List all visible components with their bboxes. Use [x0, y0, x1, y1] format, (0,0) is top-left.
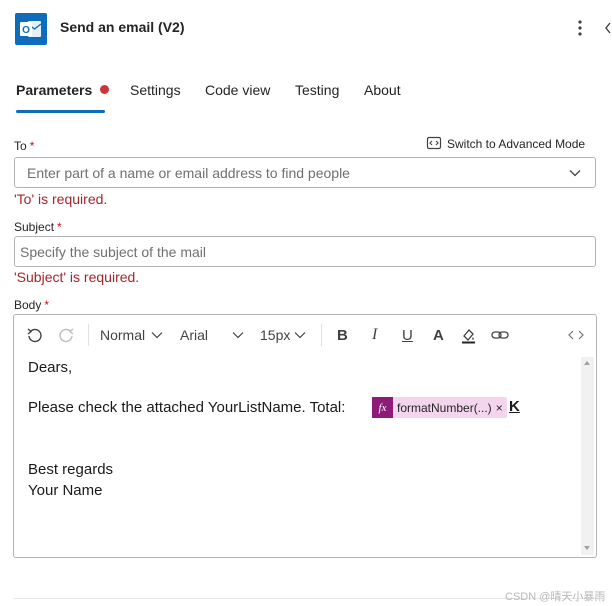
- font-size-value: 15px: [260, 327, 291, 343]
- bold-button[interactable]: B: [337, 326, 348, 344]
- underline-icon: U: [402, 326, 413, 344]
- svg-text:O: O: [22, 25, 30, 36]
- active-tab-indicator: [16, 110, 105, 113]
- subject-label-text: Subject: [14, 220, 55, 234]
- error-dot-icon: [100, 85, 110, 94]
- font-family-dropdown[interactable]: Arial: [180, 326, 244, 344]
- chevron-down-icon: [232, 332, 244, 339]
- undo-icon[interactable]: [26, 326, 43, 344]
- scroll-up-arrow-icon[interactable]: [584, 361, 590, 365]
- suffix-text: K: [509, 398, 520, 415]
- advanced-mode-label: Switch to Advanced Mode: [447, 137, 586, 151]
- panel-header: O Send an email (V2): [0, 0, 612, 58]
- subject-input[interactable]: [15, 237, 595, 266]
- font-size-dropdown[interactable]: 15px: [260, 326, 306, 344]
- more-vertical-icon[interactable]: [572, 18, 588, 38]
- subject-label: Subject *: [14, 220, 62, 234]
- code-view-icon[interactable]: [568, 326, 584, 344]
- paragraph-style-dropdown[interactable]: Normal: [100, 326, 163, 344]
- collapse-panel-icon[interactable]: [603, 20, 612, 36]
- body-rich-text-editor[interactable]: Normal Arial 15px B I U A Dears, Please …: [13, 314, 597, 558]
- required-mark: *: [57, 220, 62, 234]
- action-title: Send an email (V2): [60, 19, 185, 35]
- tab-about[interactable]: About: [364, 82, 401, 114]
- closing-line: Best regards: [28, 461, 114, 478]
- body-label-text: Body: [14, 298, 42, 312]
- tab-testing[interactable]: Testing: [295, 82, 339, 114]
- watermark: CSDN @晴天小暴雨: [505, 591, 606, 603]
- greeting-line: Dears,: [28, 359, 73, 376]
- function-icon: fx: [372, 397, 393, 418]
- scroll-down-arrow-icon[interactable]: [584, 546, 590, 550]
- bold-icon: B: [337, 326, 348, 344]
- to-error-message: 'To' is required.: [14, 191, 108, 207]
- to-label: To *: [14, 139, 34, 153]
- chevron-down-icon: [151, 332, 163, 339]
- to-label-text: To: [14, 139, 27, 153]
- italic-icon: I: [372, 326, 378, 343]
- signature-line: Your Name: [28, 482, 103, 499]
- editor-scrollbar[interactable]: [581, 357, 594, 555]
- italic-button[interactable]: I: [372, 326, 377, 344]
- required-mark: *: [44, 298, 50, 312]
- to-field: [14, 157, 596, 188]
- required-mark: *: [29, 139, 35, 153]
- body-label: Body *: [14, 298, 49, 312]
- font-color-icon: A: [433, 326, 444, 344]
- toolbar-divider: [321, 324, 322, 346]
- link-icon[interactable]: [491, 326, 509, 344]
- tab-label: Parameters: [16, 82, 93, 98]
- redo-icon[interactable]: [58, 326, 75, 344]
- font-color-button[interactable]: A: [433, 326, 444, 344]
- tab-settings[interactable]: Settings: [130, 82, 181, 114]
- editor-toolbar: Normal Arial 15px B I U A: [14, 315, 596, 355]
- outlook-icon: O: [15, 13, 47, 45]
- dynamic-content-token[interactable]: fx formatNumber(...) ×: [372, 397, 507, 418]
- tab-code-view[interactable]: Code view: [205, 82, 270, 114]
- to-input[interactable]: [15, 158, 595, 187]
- chevron-down-icon[interactable]: [569, 168, 581, 178]
- underline-button[interactable]: U: [402, 326, 413, 344]
- code-view-icon: [426, 136, 442, 150]
- subject-error-message: 'Subject' is required.: [14, 269, 140, 285]
- token-label: formatNumber(...): [397, 400, 492, 415]
- highlight-fill-icon[interactable]: [460, 326, 477, 344]
- paragraph-style-value: Normal: [100, 327, 146, 343]
- chevron-down-icon: [294, 332, 306, 339]
- subject-field: [14, 236, 596, 267]
- body-text-line: Please check the attached YourListName. …: [28, 399, 346, 416]
- font-family-value: Arial: [180, 327, 209, 343]
- token-remove-icon[interactable]: ×: [496, 401, 507, 415]
- toolbar-divider: [88, 324, 89, 346]
- switch-advanced-mode-button[interactable]: Switch to Advanced Mode: [426, 135, 585, 151]
